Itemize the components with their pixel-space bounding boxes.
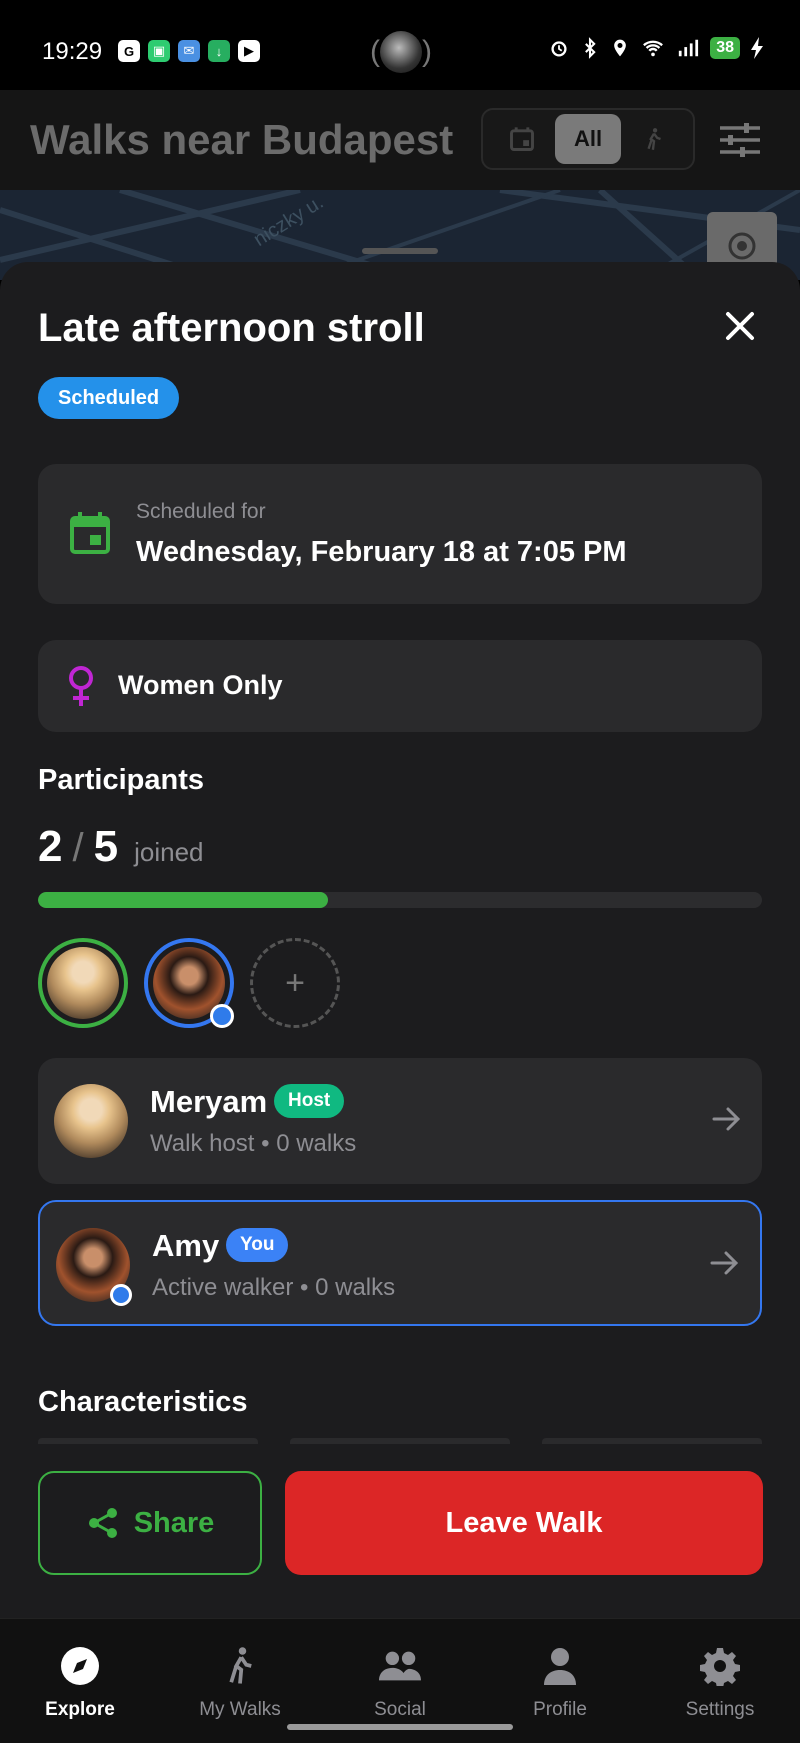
schedule-label: Scheduled for [136, 500, 266, 523]
female-symbol-icon [69, 666, 93, 706]
characteristics-heading: Characteristics [38, 1386, 248, 1418]
people-icon [379, 1645, 421, 1687]
restriction-label: Women Only [118, 670, 283, 700]
restriction-card: Women Only [38, 640, 762, 732]
app-notification-icon: ✉ [178, 40, 200, 62]
participant-row-host[interactable]: Meryam Host Walk host • 0 walks [38, 1058, 762, 1184]
notification-icons: G ▣ ✉ ↓ ▶ [118, 40, 260, 62]
participants-progress-bar [38, 892, 762, 908]
nav-explore[interactable]: Explore [0, 1619, 160, 1743]
participants-heading: Participants [38, 764, 204, 796]
active-walk-filter-button[interactable] [621, 114, 687, 164]
app-notification-icon: ▣ [148, 40, 170, 62]
download-icon: ↓ [208, 40, 230, 62]
nav-label: My Walks [199, 1699, 281, 1720]
participant-name: Meryam [150, 1084, 268, 1119]
nav-label: Social [374, 1699, 426, 1720]
you-badge: You [226, 1228, 289, 1262]
participant-name: Amy [152, 1228, 220, 1263]
walk-type-filter: All [481, 108, 695, 170]
nav-label: Profile [533, 1699, 587, 1720]
joined-count: 2 [38, 822, 63, 871]
invite-participant-button[interactable]: + [250, 938, 340, 1028]
sheet-drag-handle[interactable] [362, 248, 438, 254]
nav-label: Settings [685, 1699, 755, 1720]
scheduled-filter-button[interactable] [489, 114, 555, 164]
share-label: Share [133, 1506, 215, 1539]
status-bar: 19:29 G ▣ ✉ ↓ ▶ () 38 [0, 0, 800, 90]
page-title: Walks near Budapest [30, 116, 454, 163]
video-icon: ▶ [238, 40, 260, 62]
signal-icon [679, 39, 699, 57]
person-icon [539, 1645, 581, 1687]
avatar-photo [47, 947, 119, 1019]
progress-fill [38, 892, 328, 908]
count-separator: / [72, 826, 84, 870]
avatar [54, 1084, 128, 1158]
arrow-right-icon [710, 1251, 739, 1275]
filter-settings-icon[interactable] [718, 120, 762, 160]
alarm-icon [551, 41, 567, 57]
share-icon [88, 1508, 117, 1538]
participant-count: 2 / 5 joined [38, 822, 204, 872]
battery-level: 38 [710, 37, 740, 59]
share-button[interactable]: Share [38, 1471, 262, 1575]
schedule-datetime: Wednesday, February 18 at 7:05 PM [136, 536, 627, 568]
status-time: 19:29 [42, 38, 103, 65]
avatar[interactable] [38, 938, 128, 1028]
close-icon[interactable] [720, 306, 760, 346]
participant-subtitle: Walk host • 0 walks [150, 1130, 357, 1157]
bluetooth-icon [585, 37, 596, 59]
participant-row-you[interactable]: Amy You Active walker • 0 walks [38, 1200, 762, 1326]
compass-icon [59, 1645, 101, 1687]
nav-settings[interactable]: Settings [640, 1619, 800, 1743]
host-badge: Host [274, 1084, 345, 1118]
online-indicator [210, 1004, 234, 1028]
location-icon [614, 39, 627, 57]
arrow-right-icon [712, 1107, 741, 1131]
plus-icon: + [285, 963, 305, 1002]
gear-icon [699, 1645, 741, 1687]
charging-icon [751, 37, 763, 59]
capacity-count: 5 [93, 822, 119, 871]
calendar-icon [70, 512, 110, 554]
leave-walk-button[interactable]: Leave Walk [285, 1471, 763, 1575]
participant-avatars: + [38, 938, 340, 1028]
app-notification-icon: G [118, 40, 140, 62]
wifi-icon [643, 40, 664, 57]
nav-label: Explore [45, 1699, 115, 1720]
joined-label: joined [134, 837, 204, 867]
participant-subtitle: Active walker • 0 walks [152, 1274, 396, 1301]
system-icons: 38 [548, 36, 764, 60]
online-indicator [110, 1284, 132, 1306]
walking-icon [219, 1645, 261, 1687]
walking-icon [647, 128, 661, 150]
status-badge: Scheduled [38, 377, 180, 419]
calendar-icon [510, 127, 534, 151]
avatar[interactable] [144, 938, 234, 1028]
walk-title: Late afternoon stroll [38, 306, 425, 350]
camera-cutout: () [366, 30, 436, 74]
schedule-card: Scheduled for Wednesday, February 18 at … [38, 464, 762, 604]
home-indicator[interactable] [287, 1724, 513, 1730]
all-filter-button[interactable]: All [555, 114, 621, 164]
